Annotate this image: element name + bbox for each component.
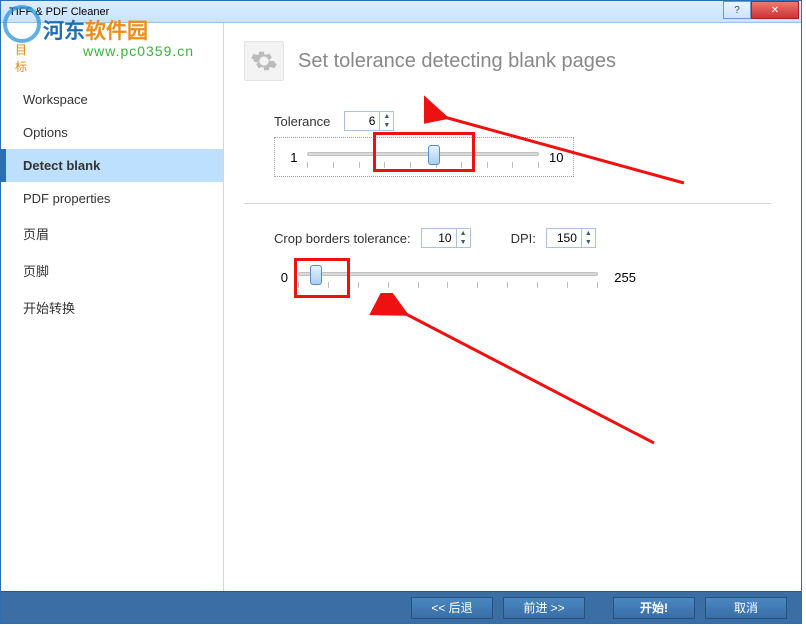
sidebar-item-label: 页眉 xyxy=(23,227,49,242)
button-label: << 后退 xyxy=(431,599,472,616)
page-title: Set tolerance detecting blank pages xyxy=(298,50,616,73)
crop-slider-max: 255 xyxy=(608,270,636,285)
crop-label: Crop borders tolerance: xyxy=(274,231,411,246)
window-title: TIFF & PDF Cleaner xyxy=(9,6,109,18)
title-bar: TIFF & PDF Cleaner ? ✕ xyxy=(1,1,801,23)
button-label: 前进 >> xyxy=(523,599,564,616)
sidebar-item-header[interactable]: 页眉 xyxy=(1,215,223,252)
help-button[interactable]: ? xyxy=(723,1,751,19)
dpi-input[interactable] xyxy=(547,229,581,247)
sidebar: Workspace Options Detect blank PDF prope… xyxy=(1,23,224,591)
sidebar-item-start-convert[interactable]: 开始转换 xyxy=(1,289,223,326)
spin-down-icon[interactable]: ▼ xyxy=(457,238,470,247)
crop-slider-handle[interactable] xyxy=(310,265,322,285)
tolerance-input[interactable] xyxy=(345,112,379,130)
crop-row: Crop borders tolerance: ▲▼ DPI: ▲▼ xyxy=(274,228,771,248)
dialog-window: TIFF & PDF Cleaner ? ✕ 河东软件园 www.pc0359.… xyxy=(0,0,802,624)
spin-up-icon[interactable]: ▲ xyxy=(582,229,595,238)
sidebar-item-pdf-properties[interactable]: PDF properties xyxy=(1,182,223,215)
next-button[interactable]: 前进 >> xyxy=(503,597,585,619)
close-button[interactable]: ✕ xyxy=(751,1,799,19)
tolerance-label: Tolerance xyxy=(274,114,330,129)
start-button[interactable]: 开始! xyxy=(613,597,695,619)
sidebar-item-label: 页脚 xyxy=(23,264,49,279)
crop-input[interactable] xyxy=(422,229,456,247)
tolerance-slider-min: 1 xyxy=(285,150,297,165)
crop-slider[interactable] xyxy=(298,264,598,290)
main-panel: Set tolerance detecting blank pages Tole… xyxy=(224,23,801,591)
section-divider xyxy=(244,203,771,204)
sidebar-item-workspace[interactable]: Workspace xyxy=(1,83,223,116)
tolerance-row: Tolerance ▲▼ xyxy=(274,111,771,131)
spin-up-icon[interactable]: ▲ xyxy=(380,112,393,121)
sidebar-item-detect-blank[interactable]: Detect blank xyxy=(1,149,223,182)
main-header: Set tolerance detecting blank pages xyxy=(244,41,771,81)
button-label: 取消 xyxy=(734,599,758,616)
bottom-bar: << 后退 前进 >> 开始! 取消 xyxy=(1,591,801,623)
cancel-button[interactable]: 取消 xyxy=(705,597,787,619)
sidebar-item-label: 开始转换 xyxy=(23,301,75,316)
sidebar-item-label: Options xyxy=(23,125,68,140)
sidebar-item-label: PDF properties xyxy=(23,191,110,206)
title-buttons: ? ✕ xyxy=(723,1,799,19)
sidebar-item-footer[interactable]: 页脚 xyxy=(1,252,223,289)
annotation-arrow xyxy=(344,293,674,453)
crop-slider-min: 0 xyxy=(274,270,288,285)
tolerance-slider[interactable] xyxy=(307,144,539,170)
spin-down-icon[interactable]: ▼ xyxy=(380,121,393,130)
tolerance-slider-handle[interactable] xyxy=(428,145,440,165)
sidebar-item-label: Workspace xyxy=(23,92,88,107)
dpi-spinner[interactable]: ▲▼ xyxy=(546,228,596,248)
tolerance-spinner[interactable]: ▲▼ xyxy=(344,111,394,131)
sidebar-item-label: Detect blank xyxy=(23,158,100,173)
dpi-label: DPI: xyxy=(511,231,536,246)
button-label: 开始! xyxy=(640,599,668,616)
spin-down-icon[interactable]: ▼ xyxy=(582,238,595,247)
spin-up-icon[interactable]: ▲ xyxy=(457,229,470,238)
back-button[interactable]: << 后退 xyxy=(411,597,493,619)
body-area: Workspace Options Detect blank PDF prope… xyxy=(1,23,801,591)
tolerance-slider-max: 10 xyxy=(549,150,563,165)
sidebar-item-options[interactable]: Options xyxy=(1,116,223,149)
crop-spinner[interactable]: ▲▼ xyxy=(421,228,471,248)
gear-icon xyxy=(244,41,284,81)
